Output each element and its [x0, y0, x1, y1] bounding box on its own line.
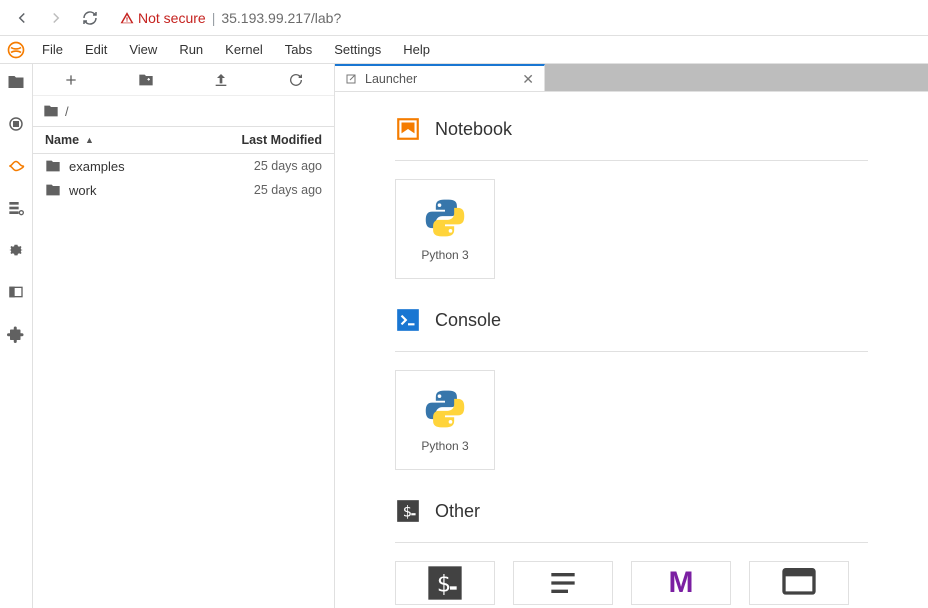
not-secure-badge: Not secure: [120, 10, 206, 26]
reload-button[interactable]: [76, 4, 104, 32]
other-section-title: Other: [435, 501, 480, 522]
terminal-icon: $: [423, 562, 467, 604]
launcher-card-markdown[interactable]: M: [631, 561, 731, 605]
notebook-section-icon: [395, 116, 421, 142]
section-console: Console Python 3: [395, 307, 868, 470]
launcher-card-notebook-python3[interactable]: Python 3: [395, 179, 495, 279]
toc-tab-icon[interactable]: [4, 196, 28, 220]
menu-tabs[interactable]: Tabs: [275, 38, 322, 61]
new-folder-button[interactable]: [136, 70, 156, 90]
file-browser-toolbar: [33, 64, 334, 96]
svg-text:$: $: [403, 502, 412, 520]
file-row[interactable]: examples 25 days ago: [33, 154, 334, 178]
menu-edit[interactable]: Edit: [75, 38, 117, 61]
menu-settings[interactable]: Settings: [324, 38, 391, 61]
menu-run[interactable]: Run: [169, 38, 213, 61]
file-browser-tab-icon[interactable]: [4, 70, 28, 94]
tab-launcher[interactable]: Launcher ✕: [335, 64, 545, 91]
tabs-tab-icon[interactable]: [4, 280, 28, 304]
launcher-body: Notebook Python 3: [335, 92, 928, 608]
python-icon: [423, 387, 467, 431]
tab-bar: Launcher ✕: [335, 64, 928, 92]
card-label: Python 3: [421, 248, 468, 262]
menu-file[interactable]: File: [32, 38, 73, 61]
breadcrumb[interactable]: /: [33, 96, 334, 126]
col-modified-header[interactable]: Last Modified: [204, 133, 334, 147]
content-area: Launcher ✕ Notebook: [335, 64, 928, 608]
markdown-icon: M: [659, 562, 703, 604]
menu: File Edit View Run Kernel Tabs Settings …: [32, 38, 440, 61]
file-row[interactable]: work 25 days ago: [33, 178, 334, 202]
upload-button[interactable]: [211, 70, 231, 90]
running-tab-icon[interactable]: [4, 112, 28, 136]
git-tab-icon[interactable]: [4, 154, 28, 178]
other-section-icon: $: [395, 498, 421, 524]
notebook-section-title: Notebook: [435, 119, 512, 140]
folder-icon: [45, 158, 61, 174]
launcher-card-console-python3[interactable]: Python 3: [395, 370, 495, 470]
launcher-card-terminal[interactable]: $: [395, 561, 495, 605]
context-help-icon: [777, 562, 821, 604]
svg-text:$: $: [437, 569, 451, 597]
launch-icon: [345, 73, 357, 85]
file-browser-panel: / Name▲ Last Modified examples 25 days a…: [33, 64, 335, 608]
menu-kernel[interactable]: Kernel: [215, 38, 273, 61]
browser-bar: Not secure | 35.193.99.217/lab?: [0, 0, 928, 36]
main-area: / Name▲ Last Modified examples 25 days a…: [0, 64, 928, 608]
sort-asc-icon: ▲: [85, 135, 94, 145]
file-modified: 25 days ago: [254, 183, 322, 197]
jupyter-menubar: File Edit View Run Kernel Tabs Settings …: [0, 36, 928, 64]
not-secure-label: Not secure: [138, 10, 206, 26]
forward-button[interactable]: [42, 4, 70, 32]
col-name-header[interactable]: Name▲: [33, 133, 204, 147]
menu-help[interactable]: Help: [393, 38, 440, 61]
refresh-button[interactable]: [286, 70, 306, 90]
new-launcher-button[interactable]: [61, 70, 81, 90]
file-name: work: [69, 183, 254, 198]
extensions-tab-icon[interactable]: [4, 322, 28, 346]
file-modified: 25 days ago: [254, 159, 322, 173]
address-bar[interactable]: Not secure | 35.193.99.217/lab?: [110, 4, 920, 32]
file-list: examples 25 days ago work 25 days ago: [33, 154, 334, 608]
menu-view[interactable]: View: [119, 38, 167, 61]
tab-title: Launcher: [365, 72, 514, 86]
console-section-icon: [395, 307, 421, 333]
file-browser-header: Name▲ Last Modified: [33, 126, 334, 154]
close-icon[interactable]: ✕: [522, 72, 534, 86]
back-button[interactable]: [8, 4, 36, 32]
launcher-card-textfile[interactable]: [513, 561, 613, 605]
folder-icon: [43, 103, 59, 119]
tab-bar-empty: [545, 64, 928, 91]
python-icon: [423, 196, 467, 240]
section-notebook: Notebook Python 3: [395, 116, 868, 279]
breadcrumb-root: /: [65, 104, 69, 119]
console-section-title: Console: [435, 310, 501, 331]
file-name: examples: [69, 159, 254, 174]
text-file-icon: [541, 562, 585, 604]
address-separator: |: [212, 10, 216, 26]
section-other: $ Other $: [395, 498, 868, 605]
jupyter-logo-icon[interactable]: [0, 40, 32, 60]
launcher-card-help[interactable]: [749, 561, 849, 605]
url-text: 35.193.99.217/lab?: [221, 10, 341, 26]
card-label: Python 3: [421, 439, 468, 453]
folder-icon: [45, 182, 61, 198]
activity-bar: [0, 64, 33, 608]
settings-tab-icon[interactable]: [4, 238, 28, 262]
